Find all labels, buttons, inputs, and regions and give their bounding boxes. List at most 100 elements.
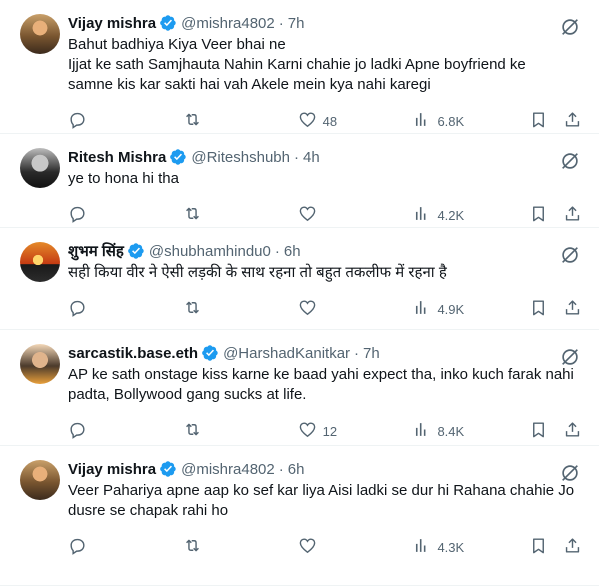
bookmark-button[interactable] — [529, 110, 549, 132]
views-button[interactable]: 8.4K — [412, 420, 464, 442]
tweet-card[interactable]: Vijay mishra @mishra4802 · 6h Veer Pahar… — [0, 446, 599, 586]
bookmark-button[interactable] — [529, 204, 549, 226]
reply-button[interactable] — [68, 110, 118, 132]
tweet-text-line: Bahut badhiya Kiya Veer bhai ne — [68, 36, 286, 53]
retweet-icon — [183, 110, 202, 132]
display-name[interactable]: Vijay mishra — [68, 15, 156, 32]
views-button[interactable]: 4.9K — [412, 298, 464, 320]
share-button[interactable] — [563, 110, 583, 132]
retweet-icon — [183, 298, 202, 320]
share-button[interactable] — [563, 420, 583, 442]
like-button[interactable] — [298, 298, 348, 320]
user-handle[interactable]: @mishra4802 — [181, 15, 275, 32]
timestamp[interactable]: 7h — [288, 15, 305, 32]
tweet-card[interactable]: Ritesh Mishra @Riteshshubh · 4h ye to ho… — [0, 134, 599, 228]
avatar[interactable] — [20, 148, 60, 188]
timestamp[interactable]: 6h — [288, 461, 305, 478]
bookmark-button[interactable] — [529, 420, 549, 442]
views-button[interactable]: 4.2K — [412, 204, 464, 226]
analytics-icon — [412, 420, 431, 442]
share-button[interactable] — [563, 204, 583, 226]
user-handle[interactable]: @HarshadKanitkar — [223, 345, 350, 362]
separator-dot: · — [278, 460, 284, 478]
display-name[interactable]: शुभम सिंह — [68, 241, 124, 261]
tweet-text-line: AP ke sath onstage kiss karne ke baad ya… — [68, 366, 574, 383]
reply-icon — [68, 298, 87, 320]
retweet-button[interactable] — [183, 420, 233, 442]
like-count: 48 — [322, 113, 338, 129]
tweet-text-line: samne kis kar sakti hai vah Akele mein k… — [68, 76, 431, 93]
heart-icon — [298, 204, 317, 226]
grok-icon[interactable] — [559, 150, 581, 172]
reply-button[interactable] — [68, 536, 118, 558]
heart-icon — [298, 298, 317, 320]
grok-icon[interactable] — [559, 244, 581, 266]
view-count: 4.9K — [437, 301, 465, 317]
views-button[interactable]: 4.3K — [412, 536, 464, 558]
tweet-text-line: ye to hona hi tha — [68, 170, 179, 187]
timestamp[interactable]: 4h — [303, 149, 320, 166]
verified-badge-icon — [159, 14, 177, 32]
retweet-button[interactable] — [183, 536, 233, 558]
tweet-card[interactable]: Vijay mishra @mishra4802 · 7h Bahut badh… — [0, 0, 599, 134]
like-button[interactable]: 12 — [298, 420, 348, 442]
retweet-icon — [183, 536, 202, 558]
timestamp[interactable]: 7h — [363, 345, 380, 362]
like-button[interactable] — [298, 204, 348, 226]
verified-badge-icon — [169, 148, 187, 166]
display-name[interactable]: Ritesh Mishra — [68, 149, 166, 166]
retweet-button[interactable] — [183, 204, 233, 226]
separator-dot: · — [354, 344, 360, 362]
tweet-text-line: सही किया वीर ने ऐसी लड़की के साथ रहना तो… — [68, 264, 447, 281]
display-name[interactable]: sarcastik.base.eth — [68, 345, 198, 362]
action-bar: 12 8.4K — [68, 411, 583, 445]
user-handle[interactable]: @shubhamhindu0 — [149, 243, 271, 260]
avatar[interactable] — [20, 14, 60, 54]
tweet-text: ye to hona hi tha — [68, 169, 583, 189]
retweet-button[interactable] — [183, 298, 233, 320]
share-button[interactable] — [563, 298, 583, 320]
heart-icon — [298, 110, 317, 132]
action-bar: 4.3K — [68, 527, 583, 567]
share-icon — [563, 298, 582, 320]
view-count: 8.4K — [437, 423, 465, 439]
separator-dot: · — [293, 148, 299, 166]
share-button[interactable] — [563, 536, 583, 558]
bookmark-icon — [529, 420, 548, 442]
user-handle[interactable]: @Riteshshubh — [191, 149, 290, 166]
avatar[interactable] — [20, 242, 60, 282]
avatar[interactable] — [20, 344, 60, 384]
timestamp[interactable]: 6h — [284, 243, 301, 260]
display-name[interactable]: Vijay mishra — [68, 461, 156, 478]
tweet-text: AP ke sath onstage kiss karne ke baad ya… — [68, 365, 583, 405]
grok-icon[interactable] — [559, 16, 581, 38]
reply-button[interactable] — [68, 420, 118, 442]
action-bar: 4.9K — [68, 289, 583, 329]
retweet-icon — [183, 204, 202, 226]
reply-icon — [68, 110, 87, 132]
bookmark-icon — [529, 536, 548, 558]
view-count: 4.2K — [437, 207, 465, 223]
avatar[interactable] — [20, 460, 60, 500]
tweet-card[interactable]: शुभम सिंह @shubhamhindu0 · 6h सही किया व… — [0, 228, 599, 330]
reply-button[interactable] — [68, 298, 118, 320]
views-button[interactable]: 6.8K — [412, 110, 464, 132]
verified-badge-icon — [159, 460, 177, 478]
tweet-text: Bahut badhiya Kiya Veer bhai ne Ijjat ke … — [68, 35, 583, 95]
retweet-button[interactable] — [183, 110, 233, 132]
like-button[interactable] — [298, 536, 348, 558]
user-handle[interactable]: @mishra4802 — [181, 461, 275, 478]
analytics-icon — [412, 536, 431, 558]
tweet-text-line: Veer Pahariya apne aap ko sef kar liya A… — [68, 482, 575, 499]
grok-icon[interactable] — [559, 346, 581, 368]
reply-feed: Vijay mishra @mishra4802 · 7h Bahut badh… — [0, 0, 599, 586]
like-button[interactable]: 48 — [298, 110, 348, 132]
view-count: 6.8K — [437, 113, 465, 129]
analytics-icon — [412, 110, 431, 132]
bookmark-button[interactable] — [529, 536, 549, 558]
bookmark-button[interactable] — [529, 298, 549, 320]
tweet-card[interactable]: sarcastik.base.eth @HarshadKanitkar · 7h… — [0, 330, 599, 446]
reply-button[interactable] — [68, 204, 118, 226]
analytics-icon — [412, 204, 431, 226]
grok-icon[interactable] — [559, 462, 581, 484]
